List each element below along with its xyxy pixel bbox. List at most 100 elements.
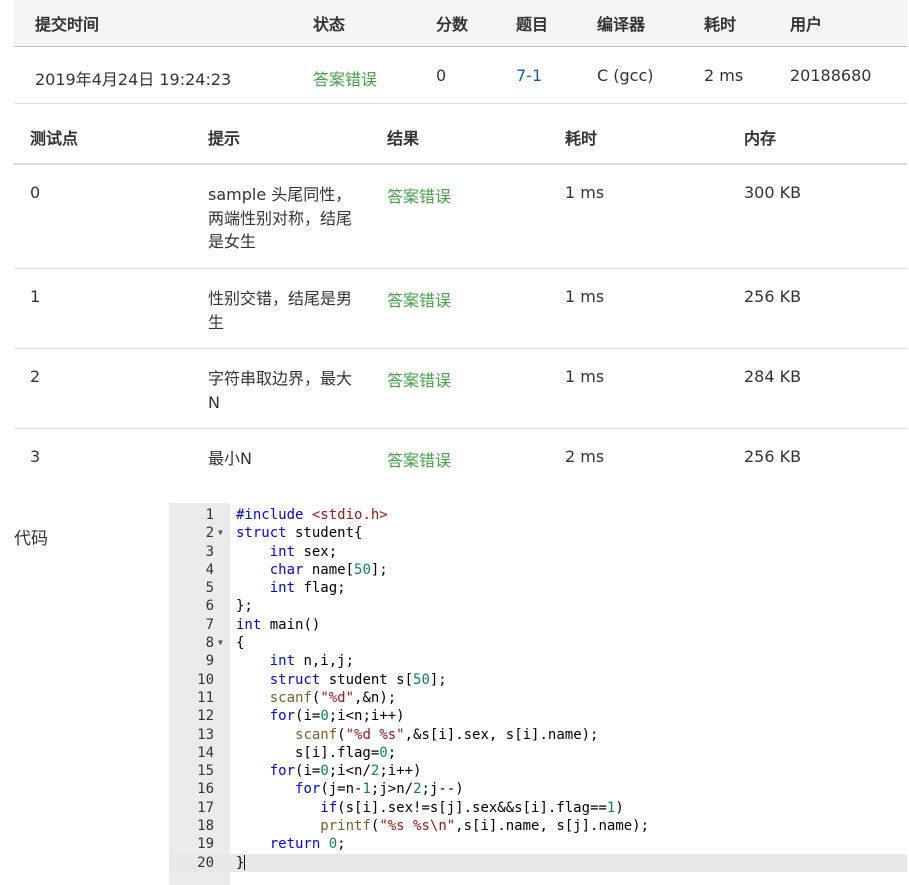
code-line: 14 s[i].flag=0; bbox=[169, 744, 907, 762]
case-result: 答案错误 bbox=[387, 451, 452, 470]
case-time: 1 ms bbox=[565, 183, 605, 202]
case-result: 答案错误 bbox=[387, 291, 452, 310]
code-lines[interactable]: 1 #include <stdio.h> 2 ▼ struct student{3 in… bbox=[169, 506, 907, 872]
header-user: 用户 bbox=[790, 15, 823, 34]
case-time: 2 ms bbox=[565, 447, 605, 466]
code-text: int n,i,j; bbox=[269, 653, 355, 670]
code-text: char name[50]; bbox=[269, 561, 388, 578]
case-hint: sample 头尾同性，两端性别对称，结尾是女生 bbox=[208, 185, 353, 251]
text-cursor bbox=[244, 855, 246, 871]
code-text: struct student{ bbox=[236, 525, 363, 542]
code-line: 10 struct student s[50]; bbox=[169, 671, 907, 689]
header-case-time: 耗时 bbox=[565, 129, 598, 148]
code-line: 20} bbox=[169, 853, 907, 872]
submission-row: 2019年4月24日 19:24:23 答案错误 0 7-1 C (gcc) 2… bbox=[14, 47, 907, 104]
line-number: 20 bbox=[197, 854, 214, 871]
code-line: 13 scanf("%d %s",&s[i].sex, s[i].name); bbox=[169, 726, 907, 744]
header-memory: 内存 bbox=[744, 129, 777, 148]
case-time: 1 ms bbox=[565, 367, 605, 386]
code-editor[interactable]: 1 #include <stdio.h> 2 ▼ struct student{3 in… bbox=[169, 503, 907, 885]
line-number: 3 bbox=[205, 543, 214, 560]
test-case-header-row: 测试点 提示 结果 耗时 内存 bbox=[14, 104, 907, 165]
score: 0 bbox=[436, 66, 447, 85]
code-line: 7 int main() bbox=[169, 616, 907, 634]
code-line: 2 ▼ struct student{ bbox=[169, 524, 907, 542]
line-number: 9 bbox=[205, 653, 214, 670]
fold-arrow-icon[interactable]: ▼ bbox=[218, 524, 223, 542]
code-text: int flag; bbox=[269, 580, 346, 597]
code-line: 5 int flag; bbox=[169, 579, 907, 597]
table-row: 0 sample 头尾同性，两端性别对称，结尾是女生 答案错误 1 ms 300… bbox=[14, 165, 907, 269]
code-label: 代码 bbox=[14, 529, 48, 549]
code-text: int main() bbox=[236, 616, 321, 633]
submit-time: 2019年4月24日 19:24:23 bbox=[35, 70, 232, 89]
case-hint: 字符串取边界，最大N bbox=[208, 369, 353, 412]
line-number: 13 bbox=[197, 726, 214, 743]
line-number: 16 bbox=[197, 781, 214, 798]
line-number: 8 bbox=[205, 635, 214, 652]
case-time: 1 ms bbox=[565, 287, 605, 306]
line-number: 4 bbox=[205, 561, 214, 578]
case-memory: 284 KB bbox=[744, 367, 802, 386]
line-number: 11 bbox=[197, 689, 214, 706]
table-row: 3 最小N 答案错误 2 ms 256 KB bbox=[14, 429, 907, 487]
code-text: for(i=0;i<n/2;i++) bbox=[269, 763, 422, 780]
header-problem: 题目 bbox=[516, 15, 549, 34]
header-test-point: 测试点 bbox=[30, 129, 79, 148]
code-text: scanf("%d",&n); bbox=[269, 689, 397, 706]
line-number: 19 bbox=[197, 836, 214, 853]
case-hint: 性别交错，结尾是男生 bbox=[208, 289, 353, 332]
elapsed-time: 2 ms bbox=[704, 66, 744, 85]
line-number: 5 bbox=[205, 580, 214, 597]
header-submit-time: 提交时间 bbox=[35, 15, 100, 34]
line-number: 14 bbox=[197, 744, 214, 761]
header-score: 分数 bbox=[436, 15, 469, 34]
code-line: 16 for(j=n-1;j>n/2;j--) bbox=[169, 780, 907, 798]
code-line: 9 int n,i,j; bbox=[169, 652, 907, 670]
table-row: 1 性别交错，结尾是男生 答案错误 1 ms 256 KB bbox=[14, 269, 907, 349]
code-text: if(s[i].sex!=s[j].sex&&s[i].flag==1) bbox=[320, 799, 624, 816]
code-line: 11 scanf("%d",&n); bbox=[169, 689, 907, 707]
code-line: 3 int sex; bbox=[169, 543, 907, 561]
header-hint: 提示 bbox=[208, 129, 241, 148]
submission-table: 提交时间 状态 分数 题目 编译器 耗时 用户 2019年4月24日 19:24… bbox=[14, 0, 907, 104]
header-elapsed: 耗时 bbox=[704, 15, 737, 34]
line-number: 10 bbox=[197, 671, 214, 688]
code-text: scanf("%d %s",&s[i].sex, s[i].name); bbox=[295, 726, 599, 743]
code-text: return 0; bbox=[269, 836, 346, 853]
code-text: struct student s[50]; bbox=[269, 671, 447, 688]
line-number: 7 bbox=[205, 616, 214, 633]
compiler: C (gcc) bbox=[597, 66, 654, 85]
code-line: 15 for(i=0;i<n/2;i++) bbox=[169, 762, 907, 780]
line-number: 15 bbox=[197, 763, 214, 780]
code-text: for(j=n-1;j>n/2;j--) bbox=[295, 781, 464, 798]
case-id: 3 bbox=[30, 447, 41, 466]
fold-arrow-icon[interactable]: ▼ bbox=[218, 634, 223, 652]
case-result: 答案错误 bbox=[387, 187, 452, 206]
problem-link[interactable]: 7-1 bbox=[516, 66, 542, 85]
case-memory: 256 KB bbox=[744, 287, 802, 306]
header-status: 状态 bbox=[313, 15, 346, 34]
code-line: 19 return 0; bbox=[169, 835, 907, 853]
case-result: 答案错误 bbox=[387, 371, 452, 390]
code-line: 1 #include <stdio.h> bbox=[169, 506, 907, 524]
code-line: 4 char name[50]; bbox=[169, 561, 907, 579]
status-badge[interactable]: 答案错误 bbox=[313, 66, 377, 90]
line-number: 17 bbox=[197, 799, 214, 816]
code-line: 8 ▼ { bbox=[169, 634, 907, 652]
code-text: s[i].flag=0; bbox=[236, 744, 397, 761]
code-text: for(i=0;i<n;i++) bbox=[269, 708, 405, 725]
submission-header-row: 提交时间 状态 分数 题目 编译器 耗时 用户 bbox=[14, 0, 907, 47]
code-text: { bbox=[236, 635, 245, 652]
code-text: int sex; bbox=[269, 543, 338, 560]
case-id: 0 bbox=[30, 183, 41, 202]
test-case-table: 测试点 提示 结果 耗时 内存 0 sample 头尾同性，两端性别对称，结尾是… bbox=[14, 104, 907, 487]
line-number: 2 bbox=[205, 525, 214, 542]
code-text: printf("%s %s\n",s[i].name, s[j].name); bbox=[320, 818, 650, 835]
code-line: 18 printf("%s %s\n",s[i].name, s[j].name… bbox=[169, 817, 907, 835]
header-result: 结果 bbox=[387, 129, 420, 148]
code-line: 6}; bbox=[169, 597, 907, 615]
line-number: 1 bbox=[205, 507, 214, 523]
code-line: 12 for(i=0;i<n;i++) bbox=[169, 707, 907, 725]
header-compiler: 编译器 bbox=[597, 15, 646, 34]
